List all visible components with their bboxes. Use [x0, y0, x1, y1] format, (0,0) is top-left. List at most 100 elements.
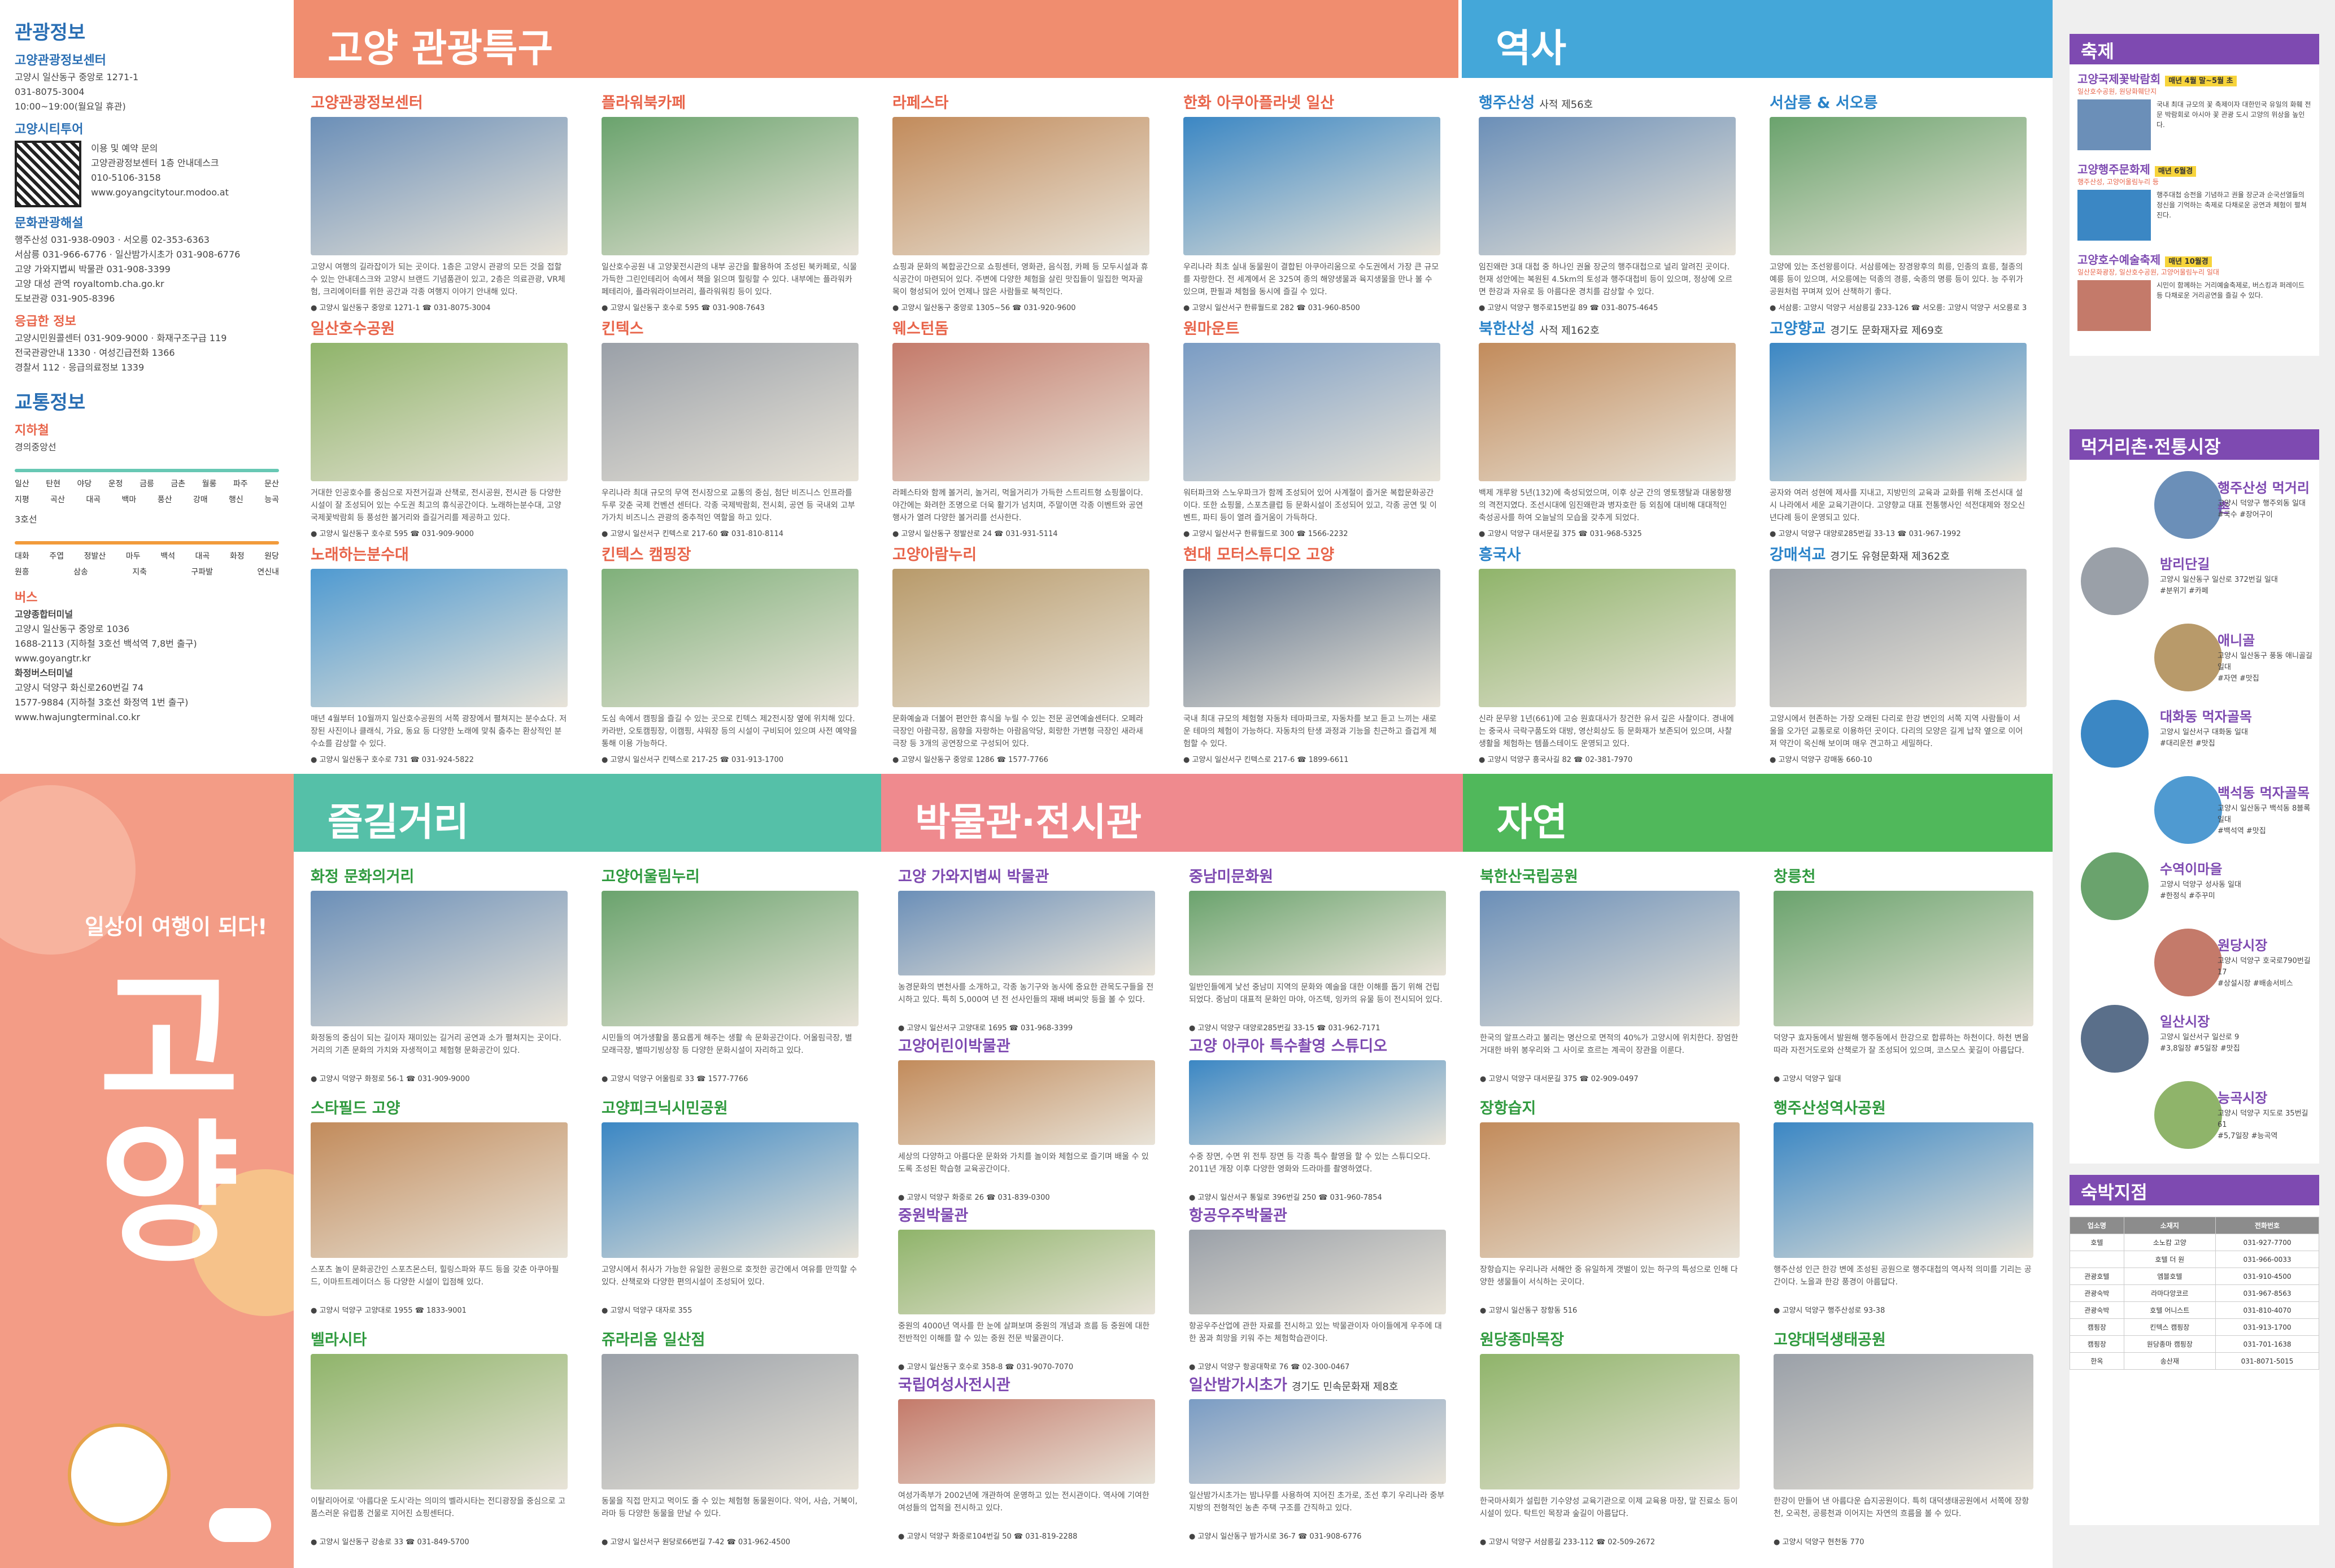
attraction-card[interactable]: 흥국사 신라 문무왕 1년(661)에 고승 원효대사가 창건한 유서 깊은 사찰…	[1479, 542, 1736, 764]
card-address: ● 고양시 덕양구 일대	[1774, 1075, 1841, 1083]
attraction-card[interactable]: 고양관광정보센터 고양시 여행의 길라잡이가 되는 곳이다. 1층은 고양시 관광…	[311, 90, 568, 312]
phone-icon: ☎	[1010, 304, 1024, 312]
festival-place: 일산호수공원, 원당화훼단지	[2077, 88, 2157, 95]
card-address: ● 고양시 일산동구 중앙로 1286 ☎ 1577-7766	[892, 756, 1048, 764]
bus-terminal-addr: 고양시 일산동구 중앙로 1036	[15, 624, 130, 634]
bus-terminal-web[interactable]: www.goyangtr.kr	[15, 652, 279, 665]
card-title: 벨라시타	[311, 1331, 367, 1349]
attraction-card[interactable]: 쥬라리움 일산점 동물을 직접 만지고 먹이도 줄 수 있는 체험형 동물원이다.…	[602, 1327, 859, 1547]
attraction-card[interactable]: 웨스턴돔 라페스타와 함께 볼거리, 놀거리, 먹을거리가 가득한 스트리트형 쇼…	[892, 316, 1149, 538]
attraction-card[interactable]: 원당종마목장 한국마사회가 설립한 기수양성 교육기관으로 이제 교육용 마장, …	[1480, 1327, 1740, 1547]
attraction-card[interactable]: 원마운트 워터파크와 스노우파크가 함께 조성되어 있어 사계절이 즐거운 복합문…	[1183, 316, 1440, 538]
qr-code-icon[interactable]	[15, 141, 81, 207]
attraction-card[interactable]: 한화 아쿠아플라넷 일산 우리나라 최초 실내 동물원이 결합된 아쿠아리움으로 …	[1183, 90, 1440, 312]
attraction-card[interactable]: 화정 문화의거리 화정동의 중심이 되는 길이자 재미있는 길거리 공연과 소가 …	[311, 864, 568, 1083]
attraction-card[interactable]: 고양 아쿠아 특수촬영 스튜디오 수중 장면, 수면 위 전투 장면 등 각종 특…	[1189, 1034, 1446, 1202]
food-place-name[interactable]: 능곡시장	[2218, 1087, 2267, 1107]
attraction-card[interactable]: 고양대덕생태공원 한강이 만들어 낸 아름다운 습지공원이다. 특히 대덕생태공원…	[1774, 1327, 2033, 1547]
card-title: 고양어린이박물관	[898, 1038, 1010, 1055]
attraction-card[interactable]: 노래하는분수대 매년 4월부터 10월까지 일산호수공원의 서쪽 광장에서 펼쳐지…	[311, 542, 568, 764]
attraction-card[interactable]: 서삼릉 & 서오릉 고양에 있는 조선왕릉이다. 서삼릉에는 장경왕후의 희릉, …	[1770, 90, 2027, 312]
citytour-web[interactable]: www.goyangcitytour.modoo.at	[91, 186, 260, 199]
card-title: 화정 문화의거리	[311, 868, 415, 886]
attraction-card[interactable]: 킨텍스 캠핑장 도심 속에서 캠핑을 즐길 수 있는 곳으로 킨텍스 제2전시장 …	[602, 542, 859, 764]
phone-icon: ☎	[412, 1306, 427, 1315]
festival-date-badge: 매년 6월경	[2154, 166, 2197, 177]
attraction-card[interactable]: 플라워북카페 일산호수공원 내 고양꽃전시관의 내부 공간을 활용하여 조성된 북…	[602, 90, 859, 312]
table-cell: 031-913-1700	[2215, 1318, 2320, 1336]
card-address: ● 고양시 일산동구 호수로 595 ☎ 031-908-7643	[602, 304, 765, 312]
festival-name: 고양행주문화제 매년 6월경	[2077, 160, 2311, 177]
card-address: ● 고양시 덕양구 행주로15번길 89 ☎ 031-8075-4645	[1479, 304, 1658, 312]
attraction-card[interactable]: 행주산성 사적 제56호 임진왜란 3대 대첩 중 하나인 권율 장군의 행주대첩으…	[1479, 90, 1736, 312]
bus-hwajeong-web[interactable]: www.hwajungterminal.co.kr	[15, 711, 279, 724]
phone-icon: ☎	[699, 304, 713, 312]
attraction-card[interactable]: 고양어린이박물관 세상의 다양하고 아름다운 문화와 가치를 놀이와 체험으로 즐…	[898, 1034, 1155, 1202]
card-description: 일반인들에게 낯선 중남미 지역의 문화와 예술을 대한 이해를 돕기 위해 건…	[1189, 983, 1443, 1004]
location-pin-icon: ●	[1189, 1532, 1198, 1541]
phone-icon: ☎	[1294, 530, 1308, 538]
mascot-cat-icon	[68, 1423, 171, 1526]
gyeongui-stations-2: 지평 곡산 대곡 백마 풍산 강매 행신 능곡	[15, 495, 279, 504]
attraction-card[interactable]: 북한산국립공원 한국의 알프스라고 불리는 명산으로 면적의 40%가 고양시에 …	[1480, 864, 1740, 1083]
attraction-card[interactable]: 고양피크닉시민공원 고양시에서 취사가 가능한 유일한 공원으로 호젓한 공간에서…	[602, 1096, 859, 1315]
attraction-card[interactable]: 스타필드 고양스포츠 놀이 문화공간인 스포츠몬스터, 힐링스파와 푸드 등을 …	[311, 1096, 568, 1315]
location-pin-icon: ●	[1183, 530, 1192, 538]
attraction-card[interactable]: 킨텍스 우리나라 최대 규모의 무역 전시장으로 교통의 중심, 첨단 비즈니스 …	[602, 316, 859, 538]
location-pin-icon: ●	[1774, 1306, 1783, 1315]
location-pin-icon: ●	[1480, 1306, 1489, 1315]
card-address: ● 고양시 일산서구 한류월드로 282 ☎ 031-960-8500	[1183, 304, 1360, 312]
card-address: ● 고양시 일산서구 원당로66번길 7-42 ☎ 031-962-4500	[602, 1538, 791, 1547]
attraction-card[interactable]: 북한산성 사적 제162호 백제 개루왕 5년(132)에 축성되었으며, 이후 상…	[1479, 316, 1736, 538]
card-photo	[1189, 1060, 1446, 1145]
attraction-card[interactable]: 중남미문화원 일반인들에게 낯선 중남미 지역의 문화와 예술을 대한 이해를 돕…	[1189, 864, 1446, 1033]
festival-date-badge: 매년 4월 말~5월 초	[2165, 76, 2237, 86]
card-title: 원마운트	[1183, 320, 1240, 338]
attraction-card[interactable]: 창릉천 덕양구 효자동에서 발원해 행주동에서 한강으로 합류하는 하천이다. 하…	[1774, 864, 2033, 1083]
attraction-card[interactable]: 행주산성역사공원 행주산성 인근 한강 변에 조성된 공원으로 행주대첩의 역사적…	[1774, 1096, 2033, 1315]
attraction-card[interactable]: 항공우주박물관 항공우주산업에 관한 자료를 전시하고 있는 박물관이자 아이들에…	[1189, 1203, 1446, 1371]
table-cell: 031-966-0033	[2215, 1251, 2320, 1268]
food-place-name[interactable]: 대화동 먹자골목	[2160, 705, 2252, 725]
attraction-card[interactable]: 강매석교 경기도 유형문화재 제362호 고양시에서 현존하는 가장 오래된 다리로…	[1770, 542, 2027, 764]
card-address: ● 고양시 일산동구 호수로 595 ☎ 031-909-9000	[311, 530, 474, 538]
attraction-card[interactable]: 벨라시타 이탈리아어로 '아름다운 도시'라는 의미의 벨라시타는 전디광장을 중…	[311, 1327, 568, 1547]
food-place-name[interactable]: 원당시장	[2218, 934, 2267, 954]
festival-item[interactable]: 고양국제꽃박람회 매년 4월 말~5월 초 일산호수공원, 원당화훼단지 국내 최대 …	[2070, 64, 2319, 155]
festival-item[interactable]: 고양호수예술축제 매년 10월경 일산문화광장, 일산호수공원, 고양어울림누리 일…	[2070, 245, 2319, 336]
culture-line: 고양 가와지볍씨 박물관 031-908-3399	[15, 264, 171, 275]
card-description: 고양시 여행의 길라잡이가 되는 곳이다. 1층은 고양시 관광의 모든 것을 …	[311, 263, 565, 297]
card-title: 스타필드 고양	[311, 1100, 400, 1117]
festival-photo	[2077, 280, 2151, 331]
phone-icon: ☎	[991, 530, 1006, 538]
card-description: 거대한 인공호수를 중심으로 자전거길과 산책로, 전시공원, 전시관 등 다양…	[311, 489, 561, 522]
food-place-name[interactable]: 애니골	[2218, 629, 2255, 649]
attraction-card[interactable]: 국립여성사전시관 여성가족부가 2002년에 개관하여 운영하고 있는 전시관이다…	[898, 1373, 1155, 1541]
phone-icon: ☎	[420, 304, 434, 312]
card-photo	[1479, 343, 1736, 481]
attraction-card[interactable]: 현대 모터스튜디오 고양 국내 최대 규모의 체험형 자동차 테마파크로, 자동차…	[1183, 542, 1440, 764]
food-place-name[interactable]: 수역이마을	[2160, 858, 2222, 878]
attraction-card[interactable]: 일산호수공원 거대한 인공호수를 중심으로 자전거길과 산책로, 전시공원, 전시…	[311, 316, 568, 538]
card-address: ● 고양시 일산동구 중앙로 1271-1 ☎ 031-8075-3004	[311, 304, 491, 312]
attraction-card[interactable]: 고양 가와지볍씨 박물관 농경문화의 변천사를 소개하고, 각종 농기구와 농사에…	[898, 864, 1155, 1033]
food-place-name[interactable]: 일산시장	[2160, 1011, 2210, 1030]
attraction-card[interactable]: 장항습지 장항습지는 우리나라 서해안 중 유일하게 갯벌이 있는 하구의 특성으…	[1480, 1096, 1740, 1315]
attraction-card[interactable]: 일산밤가시초가 경기도 민속문화재 제8호 일산밤가시초가는 밤나무를 사용하여 지…	[1189, 1373, 1446, 1541]
phone-icon: ☎	[1571, 756, 1585, 764]
attraction-card[interactable]: 고양아람누리 문화예술과 더불어 편안한 휴식을 누릴 수 있는 전문 공연예술센…	[892, 542, 1149, 764]
location-pin-icon: ●	[1770, 756, 1779, 764]
attraction-card[interactable]: 라페스타 쇼핑과 문화의 복합공간으로 쇼핑센터, 영화관, 음식점, 카페 등 …	[892, 90, 1149, 312]
phone-icon: ☎	[1895, 530, 1909, 538]
food-place-photo	[2081, 547, 2149, 615]
attraction-card[interactable]: 중원박물관 중원의 4000년 역사를 한 눈에 살펴보며 중원의 개념과 흐름 …	[898, 1203, 1155, 1371]
festival-description: 시민이 함께하는 거리예술축제로, 버스킹과 퍼레이드 등 다채로운 거리공연을…	[2157, 281, 2304, 299]
festival-item[interactable]: 고양행주문화제 매년 6월경 행주산성, 고양어울림누리 등 행주대첩 승전을 기념하…	[2070, 155, 2319, 245]
food-place-photo	[2154, 471, 2222, 539]
card-description: 스포츠 놀이 문화공간인 스포츠몬스터, 힐링스파와 푸드 등을 갖춘 아쿠아필…	[311, 1265, 559, 1287]
attraction-card[interactable]: 고양향교 경기도 문화재자료 제69호 공자와 여러 성현에 제사를 지내고, 지방…	[1770, 316, 2027, 538]
food-place-name[interactable]: 밤리단길	[2160, 553, 2210, 573]
card-photo	[311, 1122, 568, 1258]
attraction-card[interactable]: 고양어울림누리 시민들의 여가생활을 풍요롭게 해주는 생활 속 문화공간이다. …	[602, 864, 859, 1083]
food-place-name[interactable]: 백석동 먹자골목	[2218, 782, 2310, 802]
